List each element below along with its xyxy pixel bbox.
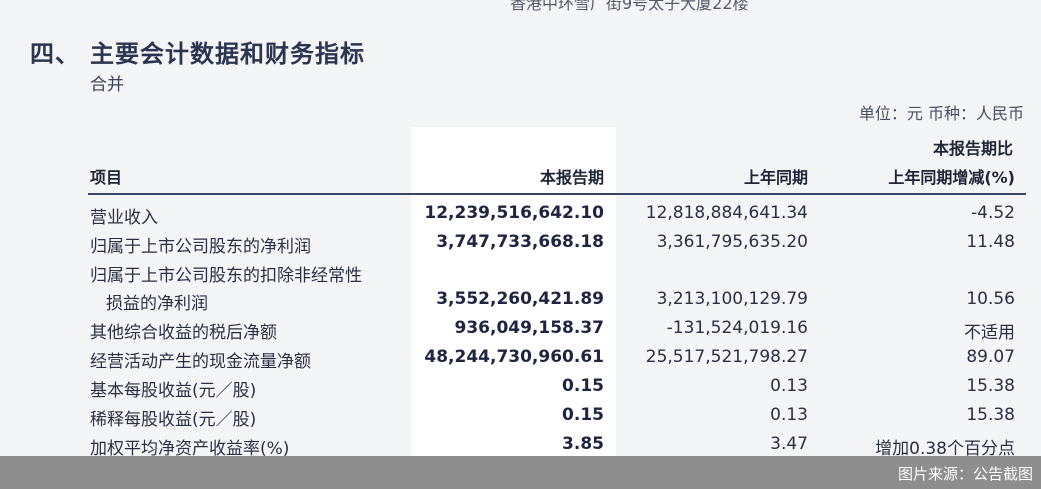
unit-currency-note: 单位：元 币种：人民币 bbox=[858, 104, 1024, 123]
image-source-caption: 图片来源：公告截图 bbox=[897, 465, 1033, 483]
table-row: 营业收入 12,239,516,642.10 12,818,884,641.34… bbox=[0, 200, 1041, 229]
row-current: 48,244,730,960.61 bbox=[424, 347, 604, 367]
row-label: 损益的净利润 bbox=[106, 294, 208, 314]
table-row: 损益的净利润 3,552,260,421.89 3,213,100,129.79… bbox=[0, 286, 1041, 315]
header-divider bbox=[88, 193, 1026, 195]
row-change: -4.52 bbox=[971, 203, 1015, 223]
row-change: 15.38 bbox=[966, 376, 1015, 396]
header-change-line1: 本报告期比 bbox=[932, 139, 1013, 158]
header-address: 香港中环雪厂街9号太子大厦22楼 bbox=[510, 0, 749, 13]
header-change-line2: 上年同期增减(%) bbox=[888, 168, 1015, 187]
row-change: 15.38 bbox=[966, 405, 1015, 425]
row-current: 936,049,158.37 bbox=[454, 318, 605, 338]
section-heading: 四、 主要会计数据和财务指标 bbox=[30, 34, 365, 69]
row-previous: 25,517,521,798.27 bbox=[645, 347, 808, 367]
section-subtitle: 合并 bbox=[90, 75, 124, 95]
row-previous: 0.13 bbox=[770, 405, 808, 425]
section-number: 四、 bbox=[30, 40, 80, 68]
row-current: 12,239,516,642.10 bbox=[424, 203, 604, 223]
row-previous: 3,213,100,129.79 bbox=[656, 289, 808, 309]
table-row: 其他综合收益的税后净额 936,049,158.37 -131,524,019.… bbox=[0, 315, 1041, 344]
row-label: 稀释每股收益(元／股) bbox=[90, 410, 257, 430]
table-row: 稀释每股收益(元／股) 0.15 0.13 15.38 bbox=[0, 402, 1041, 431]
table-row: 基本每股收益(元／股) 0.15 0.13 15.38 bbox=[0, 373, 1041, 402]
row-previous: 12,818,884,641.34 bbox=[645, 203, 808, 223]
row-current: 3,747,733,668.18 bbox=[436, 232, 604, 252]
row-change: 89.07 bbox=[966, 347, 1015, 367]
row-previous: 3.47 bbox=[770, 434, 808, 454]
header-item: 项目 bbox=[90, 168, 123, 187]
row-current: 0.15 bbox=[562, 405, 604, 425]
row-change: 10.56 bbox=[966, 289, 1015, 309]
section-title: 主要会计数据和财务指标 bbox=[90, 40, 365, 68]
row-current: 3.85 bbox=[562, 434, 604, 454]
row-label: 归属于上市公司股东的净利润 bbox=[90, 237, 311, 257]
row-change: 11.48 bbox=[966, 232, 1015, 252]
row-previous: 0.13 bbox=[770, 376, 808, 396]
row-label: 归属于上市公司股东的扣除非经常性 bbox=[90, 266, 362, 286]
table-row: 归属于上市公司股东的扣除非经常性 bbox=[0, 258, 1041, 287]
table-row: 归属于上市公司股东的净利润 3,747,733,668.18 3,361,795… bbox=[0, 229, 1041, 258]
row-current: 3,552,260,421.89 bbox=[436, 289, 604, 309]
row-previous: 3,361,795,635.20 bbox=[656, 232, 808, 252]
table-row: 经营活动产生的现金流量净额 48,244,730,960.61 25,517,5… bbox=[0, 344, 1041, 373]
row-label: 营业收入 bbox=[90, 208, 158, 228]
row-current: 0.15 bbox=[562, 376, 604, 396]
header-current-period: 本报告期 bbox=[539, 168, 604, 187]
row-label: 其他综合收益的税后净额 bbox=[90, 323, 277, 343]
header-previous-period: 上年同期 bbox=[743, 168, 808, 187]
row-label: 基本每股收益(元／股) bbox=[90, 381, 257, 401]
row-change: 不适用 bbox=[964, 323, 1015, 343]
row-previous: -131,524,019.16 bbox=[666, 318, 808, 338]
row-label: 经营活动产生的现金流量净额 bbox=[90, 352, 311, 372]
source-caption-bar: 图片来源：公告截图 bbox=[0, 456, 1041, 489]
